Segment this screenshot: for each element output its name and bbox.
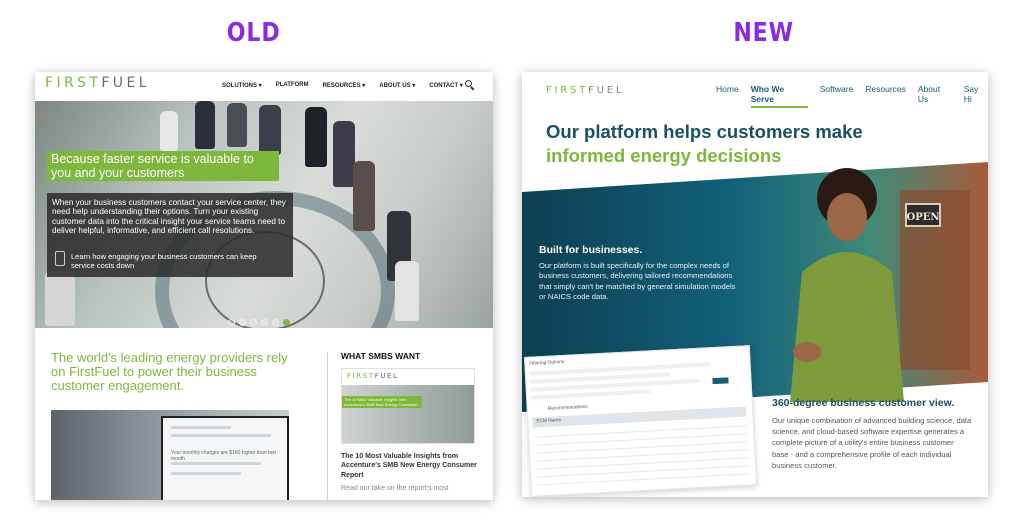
- card-logo-first: FIRST: [347, 372, 375, 380]
- new-logo-first: FIRST: [546, 85, 589, 96]
- old-lead-text: The world's leading energy providers rel…: [51, 350, 288, 393]
- old-nav-bar: FIRSTFUEL SOLUTIONS ▾ PLATFORM RESOURCES…: [35, 72, 493, 101]
- person-figure: [333, 121, 355, 187]
- recommendations-tab[interactable]: Recommendations: [548, 405, 588, 412]
- new-site-screenshot: FIRSTFUEL Home Who We Serve Software Res…: [522, 72, 988, 497]
- screen-bar: [171, 426, 231, 429]
- old-logo-first: FIRST: [45, 75, 102, 91]
- carousel-dot[interactable]: [261, 319, 268, 326]
- old-hero-description: When your business customers contact you…: [52, 198, 286, 236]
- old-laptop-image: Your monthly charges are $160 higher tha…: [51, 410, 289, 500]
- old-nav-about[interactable]: ABOUT US ▾: [379, 82, 415, 89]
- old-logo-fuel: FUEL: [101, 75, 150, 91]
- carousel-dot[interactable]: [228, 319, 235, 326]
- new-section2-body: Our unique combination of advanced build…: [772, 416, 972, 470]
- woman-arm: [793, 342, 821, 362]
- phone-icon: [55, 251, 65, 266]
- old-logo[interactable]: FIRSTFUEL: [45, 75, 150, 91]
- new-nav-say-hi[interactable]: Say Hi: [964, 84, 988, 108]
- card-banner: The 10 Most Valuable Insights from Accen…: [342, 396, 422, 408]
- filter-button[interactable]: [712, 377, 729, 385]
- old-nav-resources[interactable]: RESOURCES ▾: [323, 82, 366, 89]
- new-nav-who-we-serve[interactable]: Who We Serve: [750, 84, 808, 108]
- person-figure: [395, 261, 419, 321]
- filtering-options-label: Filtering Options: [529, 359, 565, 367]
- person-figure: [259, 105, 281, 155]
- screen-bar: [171, 462, 261, 465]
- old-heading: OLD: [226, 18, 281, 48]
- new-nav-menu: Home Who We Serve Software Resources Abo…: [716, 84, 988, 108]
- new-section2-subtitle: 360-degree business customer view.: [772, 397, 955, 409]
- old-sidebar-title: WHAT SMBS WANT: [341, 351, 421, 361]
- old-hero-link[interactable]: Learn how engaging your business custome…: [71, 252, 281, 270]
- person-figure: [195, 101, 215, 149]
- card-meeting-image: [342, 385, 474, 443]
- old-hero-description-box: When your business customers contact you…: [47, 193, 293, 277]
- old-report-card[interactable]: FIRSTFUEL The 10 Most Valuable Insights …: [341, 368, 475, 444]
- person-figure: [160, 111, 178, 151]
- new-hero-body: Our platform is built specifically for t…: [539, 261, 736, 301]
- open-sign-text: OPEN: [907, 212, 940, 223]
- new-nav-resources[interactable]: Resources: [865, 84, 906, 108]
- old-nav-menu: SOLUTIONS ▾ PLATFORM RESOURCES ▾ ABOUT U…: [222, 82, 463, 89]
- new-software-screenshot: Filtering Options Recommendations ECM Na…: [524, 345, 758, 497]
- carousel-dot[interactable]: [272, 319, 279, 326]
- woman-shirt: [790, 252, 904, 402]
- old-nav-platform[interactable]: PLATFORM: [276, 82, 309, 89]
- carousel-dot[interactable]: [250, 319, 257, 326]
- woman-face: [827, 193, 867, 241]
- person-figure: [353, 161, 375, 231]
- screen-bar: [171, 434, 271, 437]
- card-logo-fuel: FUEL: [374, 372, 399, 380]
- new-logo-fuel: FUEL: [588, 85, 625, 96]
- new-nav-software[interactable]: Software: [820, 84, 854, 108]
- old-card-more[interactable]: Read our take on the report's most: [341, 485, 449, 492]
- person-figure: [45, 271, 75, 326]
- new-heading: NEW: [733, 18, 794, 48]
- new-nav-home[interactable]: Home: [716, 84, 739, 108]
- old-card-title[interactable]: The 10 Most Valuable Insights from Accen…: [341, 452, 481, 480]
- new-logo[interactable]: FIRSTFUEL: [546, 85, 624, 96]
- filter-row: [531, 389, 652, 400]
- screen-bar: [171, 472, 241, 475]
- old-nav-contact[interactable]: CONTACT ▾: [429, 82, 463, 89]
- carousel-dot-active[interactable]: [283, 319, 290, 326]
- laptop-screen-text: Your monthly charges are $160 higher tha…: [171, 450, 276, 462]
- person-figure: [305, 107, 327, 167]
- card-logo: FIRSTFUEL: [347, 372, 399, 380]
- old-hero-tagline: Because faster service is valuable to yo…: [47, 151, 279, 181]
- search-icon[interactable]: [465, 80, 472, 87]
- carousel-dots: [228, 319, 290, 326]
- carousel-dot[interactable]: [239, 319, 246, 326]
- laptop-screen: Your monthly charges are $160 higher tha…: [161, 416, 289, 500]
- old-nav-solutions[interactable]: SOLUTIONS ▾: [222, 82, 262, 89]
- old-divider: [327, 352, 328, 500]
- person-figure: [227, 103, 247, 147]
- new-nav-about[interactable]: About Us: [918, 84, 952, 108]
- new-hero-subtitle: Built for businesses.: [539, 244, 643, 256]
- old-site-screenshot: FIRSTFUEL SOLUTIONS ▾ PLATFORM RESOURCES…: [35, 72, 493, 500]
- old-hero-carousel: Because faster service is valuable to yo…: [35, 101, 493, 328]
- new-title-line1: Our platform helps customers make: [546, 121, 863, 142]
